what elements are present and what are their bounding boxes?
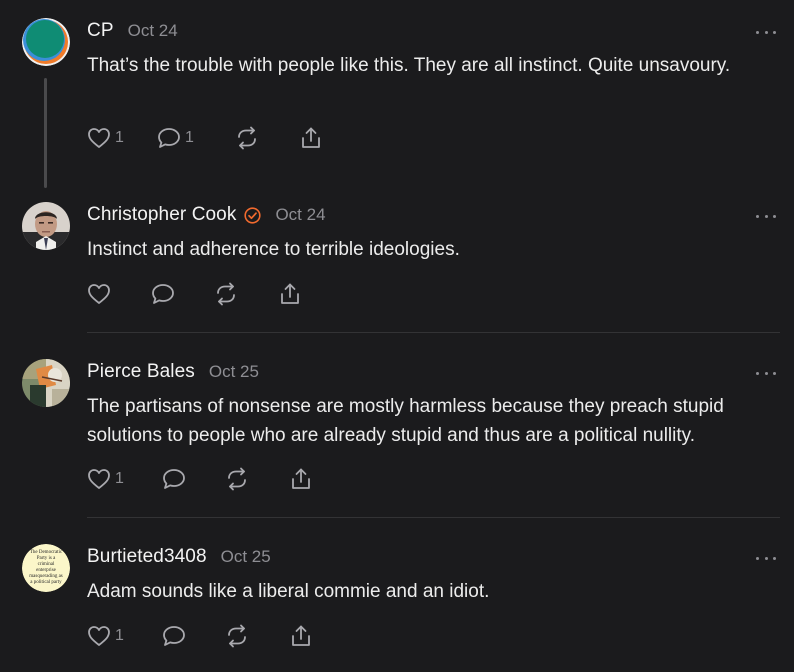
restack-icon [217,282,235,306]
avatar[interactable] [22,18,70,66]
comment-bubble-icon [158,128,180,148]
divider [87,517,780,518]
restack-icon [238,126,256,150]
share-icon [292,468,310,489]
svg-text:enterprise: enterprise [36,568,56,573]
restack-button[interactable] [225,466,289,492]
more-dots-icon[interactable] [756,554,776,562]
heart-icon [88,128,110,148]
heart-icon [88,469,110,489]
like-count: 1 [115,129,124,146]
comment-header: CP Oct 24 [87,20,178,42]
like-button[interactable]: 1 [87,623,162,649]
comment-actions: 1 1 [87,125,339,151]
reply-button[interactable] [162,466,225,492]
comment-thread: CP Oct 24 That’s the trouble with people… [0,0,794,672]
share-icon [281,283,299,304]
like-button[interactable] [87,281,151,307]
author-name[interactable]: Burtieted3408 [87,546,207,568]
comment-text: Instinct and adherence to terrible ideol… [87,239,460,260]
verified-badge-icon [244,206,262,224]
share-button[interactable] [289,466,329,492]
avatar[interactable] [22,359,70,407]
svg-text:Party is a: Party is a [37,556,56,561]
more-dots-icon[interactable] [756,212,776,220]
comment-date[interactable]: Oct 24 [275,205,325,225]
author-name[interactable]: CP [87,20,114,42]
more-dots-icon[interactable] [756,28,776,36]
like-count: 1 [115,627,124,644]
comment-header: Christopher Cook Oct 24 [87,204,326,226]
heart-icon [88,626,110,646]
share-icon [302,127,320,148]
svg-text:criminal: criminal [38,562,55,567]
share-button[interactable] [278,281,318,307]
restack-button[interactable] [214,281,278,307]
restack-icon [228,624,246,648]
comment-date[interactable]: Oct 25 [209,362,259,382]
text-badge-avatar: The Democratic Party is a criminal enter… [22,544,70,592]
comment-text: The partisans of nonsense are mostly har… [87,396,724,446]
painting-avatar [22,359,70,407]
avatar[interactable]: The Democratic Party is a criminal enter… [22,544,70,592]
svg-text:masquerading as: masquerading as [29,574,63,579]
comment-date[interactable]: Oct 25 [221,547,271,567]
comment-actions: 1 [87,623,329,649]
comment-bubble-icon [163,626,185,646]
comment-text: That’s the trouble with people like this… [87,55,731,76]
like-count: 1 [115,470,124,487]
svg-text:a political party: a political party [30,580,62,585]
more-dots-icon[interactable] [756,369,776,377]
restack-icon [228,467,246,491]
avatar[interactable] [22,202,70,250]
author-name[interactable]: Christopher Cook [87,204,236,226]
portrait-photo [22,202,70,250]
thread-line [44,78,47,188]
restack-button[interactable] [225,623,289,649]
comment-header: Pierce Bales Oct 25 [87,361,259,383]
reply-count: 1 [185,129,194,146]
comment-header: Burtieted3408 Oct 25 [87,546,271,568]
like-button[interactable]: 1 [87,125,157,151]
colored-circle-logo-icon [22,18,70,66]
svg-text:The Democratic: The Democratic [30,550,63,555]
reply-button[interactable] [151,281,214,307]
comment-text: Adam sounds like a liberal commie and an… [87,581,490,602]
restack-button[interactable] [235,125,299,151]
heart-icon [88,284,110,304]
comment-bubble-icon [152,284,174,304]
like-button[interactable]: 1 [87,466,162,492]
author-name[interactable]: Pierce Bales [87,361,195,383]
comment-actions: 1 [87,466,329,492]
comment-date[interactable]: Oct 24 [128,21,178,41]
divider [87,332,780,333]
share-icon [292,625,310,646]
share-button[interactable] [289,623,329,649]
reply-button[interactable] [162,623,225,649]
share-button[interactable] [299,125,339,151]
comment-bubble-icon [163,469,185,489]
reply-button[interactable]: 1 [157,125,235,151]
comment-actions [87,281,318,307]
